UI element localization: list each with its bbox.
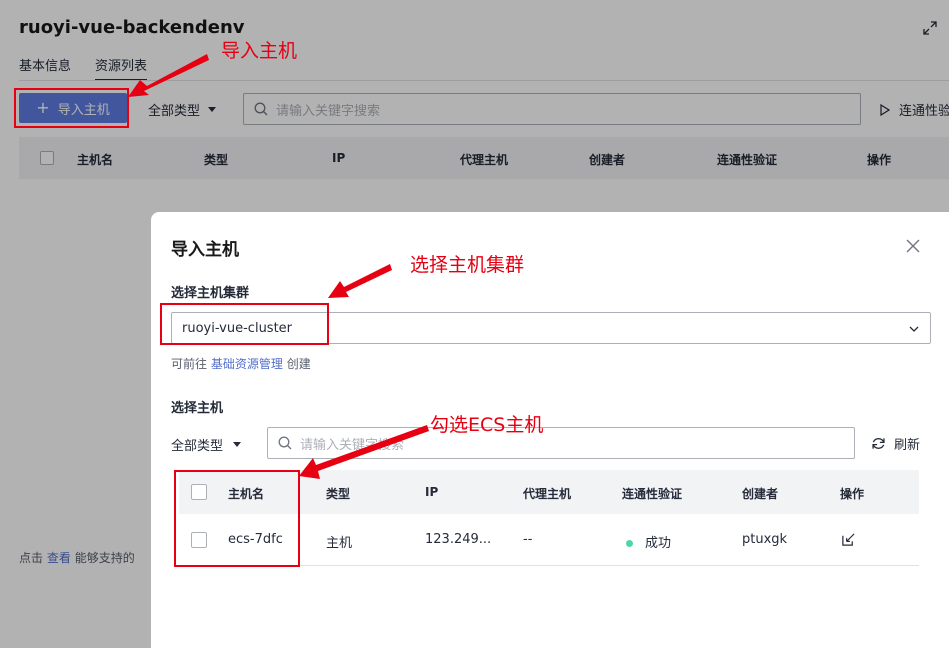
import-host-dialog: 导入主机 选择主机集群 ruoyi-vue-cluster 可前往 基础资源管理… — [151, 212, 949, 648]
column-header: 连通性验证 — [622, 487, 683, 501]
type-cell: 主机 — [326, 536, 353, 551]
host-type-filter[interactable]: 全部类型 — [171, 435, 242, 454]
ip-cell: 123.249... — [425, 532, 492, 547]
cluster-label: 选择主机集群 — [171, 286, 250, 301]
refresh-label: 刷新 — [894, 438, 921, 453]
edit-icon[interactable] — [841, 532, 856, 547]
column-header: 创建者 — [742, 487, 779, 501]
refresh-button[interactable]: 刷新 — [871, 434, 920, 453]
caret-down-icon — [233, 442, 242, 447]
host-search-input[interactable]: 请输入关键字搜索 — [267, 427, 855, 459]
resource-management-link[interactable]: 基础资源管理 — [211, 357, 283, 371]
dialog-title: 导入主机 — [171, 240, 239, 260]
hint-suffix: 创建 — [286, 357, 311, 371]
creator-cell: ptuxgk — [742, 532, 788, 547]
annotation-import-host: 导入主机 — [221, 40, 298, 62]
search-icon — [278, 436, 292, 450]
column-header: 代理主机 — [523, 487, 572, 501]
refresh-icon — [872, 438, 885, 449]
annotation-box-cluster — [160, 303, 329, 345]
host-search-placeholder: 请输入关键字搜索 — [300, 437, 405, 453]
status-text: 成功 — [645, 536, 672, 551]
close-icon[interactable] — [905, 238, 921, 254]
annotation-check-ecs: 勾选ECS主机 — [430, 414, 544, 436]
annotation-box-host — [174, 470, 300, 567]
success-status-icon — [626, 540, 633, 547]
host-type-filter-label: 全部类型 — [171, 439, 224, 454]
chevron-down-icon — [909, 326, 919, 332]
proxy-cell: -- — [523, 532, 533, 547]
cluster-hint: 可前往 基础资源管理 创建 — [171, 355, 311, 372]
column-header: IP — [425, 485, 439, 499]
column-header: 操作 — [840, 487, 865, 501]
annotation-select-cluster: 选择主机集群 — [410, 254, 525, 276]
column-header: 类型 — [326, 487, 351, 501]
annotation-box-import — [14, 88, 129, 128]
status-cell: 成功 — [626, 532, 671, 551]
host-label: 选择主机 — [171, 401, 224, 416]
hint-prefix: 可前往 — [171, 357, 208, 371]
